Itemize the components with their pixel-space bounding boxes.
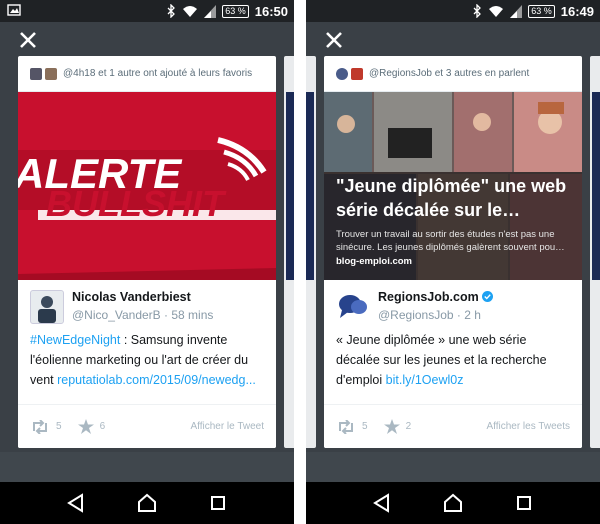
avatar[interactable] (336, 290, 370, 324)
retweet-count: 5 (362, 421, 368, 432)
tweet-actions: 5 2 Afficher les Tweets (324, 404, 582, 448)
retweet-button[interactable]: 5 (336, 419, 368, 434)
author-handle[interactable]: @Nico_VanderB (72, 308, 161, 322)
retweet-icon (33, 419, 47, 434)
link-domain: blog-emploi.com (336, 256, 412, 267)
tweet-actions: 5 6 Afficher le Tweet (18, 404, 276, 448)
tweet-time: 2 h (464, 308, 481, 322)
avatar (351, 67, 363, 80)
social-context-text: @4h18 et 1 autre ont ajouté à leurs favo… (63, 68, 253, 79)
tweet-text: « Jeune diplômée » une web série décalée… (324, 328, 582, 406)
tweet-text: #NewEdgeNight : Samsung invente l'éolien… (18, 328, 276, 406)
status-bar: 63 % 16:49 (306, 0, 600, 22)
phone-screen-right: 63 % 16:49 @RegionsJob et 3 autres en pa… (306, 0, 600, 524)
back-icon[interactable] (370, 491, 394, 515)
bluetooth-icon (167, 4, 176, 18)
tweet-image[interactable]: ALERTE BULLSHIT (18, 92, 276, 280)
favorite-button[interactable]: 6 (77, 419, 106, 434)
author-handle-line: @RegionsJob · 2 h (378, 308, 481, 322)
favorite-count: 6 (99, 421, 106, 432)
author-name-line: RegionsJob.com (378, 290, 494, 304)
person-icon (38, 296, 56, 323)
status-bar: 63 % 16:50 (0, 0, 294, 22)
signal-icon (204, 4, 217, 18)
signal-icon (510, 4, 523, 18)
avatar[interactable] (30, 290, 64, 324)
social-context: @4h18 et 1 autre ont ajouté à leurs favo… (18, 56, 276, 92)
wifi-icon (183, 5, 198, 17)
alerte-bullshit-image: ALERTE BULLSHIT (18, 92, 276, 280)
gallery-notification-icon (7, 4, 21, 16)
speech-bubbles-logo-icon (339, 295, 367, 318)
url-link[interactable]: reputatiolab.com/2015/09/newedg... (57, 373, 256, 387)
author-name[interactable]: Nicolas Vanderbiest (72, 290, 191, 304)
battery-indicator: 63 % (222, 4, 249, 18)
retweet-button[interactable]: 5 (30, 419, 62, 434)
social-context-text: @RegionsJob et 3 autres en parlent (369, 68, 530, 79)
star-icon (77, 419, 94, 434)
bluetooth-icon (473, 4, 482, 18)
link-title[interactable]: "Jeune diplômée" une web série décalée s… (336, 174, 572, 222)
previous-card-peek[interactable] (306, 56, 316, 448)
status-clock: 16:50 (254, 3, 288, 19)
author-handle-line: @Nico_VanderB · 58 mins (72, 308, 213, 322)
retweet-count: 5 (56, 421, 62, 432)
avatar (45, 67, 57, 80)
favorite-button[interactable]: 2 (383, 419, 412, 434)
recents-icon[interactable] (206, 491, 230, 515)
hashtag-link[interactable]: #NewEdgeNight (30, 333, 120, 347)
author-handle[interactable]: @RegionsJob (378, 308, 454, 322)
favorite-count: 2 (405, 421, 412, 432)
close-icon[interactable] (322, 28, 346, 52)
view-tweets-link[interactable]: Afficher les Tweets (486, 421, 570, 432)
tweet-card[interactable]: @RegionsJob et 3 autres en parlent "Jeun… (324, 56, 582, 448)
author-name[interactable]: RegionsJob.com (378, 290, 479, 304)
avatar (30, 67, 42, 80)
tweet-card[interactable]: @4h18 et 1 autre ont ajouté à leurs favo… (18, 56, 276, 448)
status-clock: 16:49 (560, 3, 594, 19)
view-tweet-link[interactable]: Afficher le Tweet (190, 421, 264, 432)
android-nav-bar (306, 482, 600, 524)
separator: · (164, 308, 169, 322)
phone-screen-left: 63 % 16:50 @4h18 et 1 autre ont ajouté à… (0, 0, 294, 524)
tweet-author[interactable]: Nicolas Vanderbiest @Nico_VanderB · 58 m… (18, 288, 276, 328)
star-icon (383, 419, 400, 434)
recents-icon[interactable] (512, 491, 536, 515)
home-icon[interactable] (441, 491, 465, 515)
close-icon[interactable] (16, 28, 40, 52)
separator: · (456, 308, 461, 322)
android-nav-bar (0, 482, 294, 524)
link-description: Trouver un travail au sortir des études … (336, 229, 565, 253)
back-icon[interactable] (64, 491, 88, 515)
media-text-line2: BULLSHIT (46, 183, 227, 224)
avatar (336, 67, 348, 80)
tweet-time: 58 mins (171, 308, 214, 322)
next-card-peek[interactable] (284, 56, 294, 448)
tweet-author[interactable]: RegionsJob.com @RegionsJob · 2 h (324, 288, 582, 328)
retweet-icon (339, 419, 353, 434)
link-preview[interactable]: "Jeune diplômée" une web série décalée s… (324, 92, 582, 280)
wifi-icon (489, 5, 504, 17)
social-context: @RegionsJob et 3 autres en parlent (324, 56, 582, 92)
battery-indicator: 63 % (528, 4, 555, 18)
url-link[interactable]: bit.ly/1Oewl0z (386, 373, 464, 387)
next-card-peek[interactable] (590, 56, 600, 448)
verified-badge-icon (482, 291, 494, 302)
home-icon[interactable] (135, 491, 159, 515)
